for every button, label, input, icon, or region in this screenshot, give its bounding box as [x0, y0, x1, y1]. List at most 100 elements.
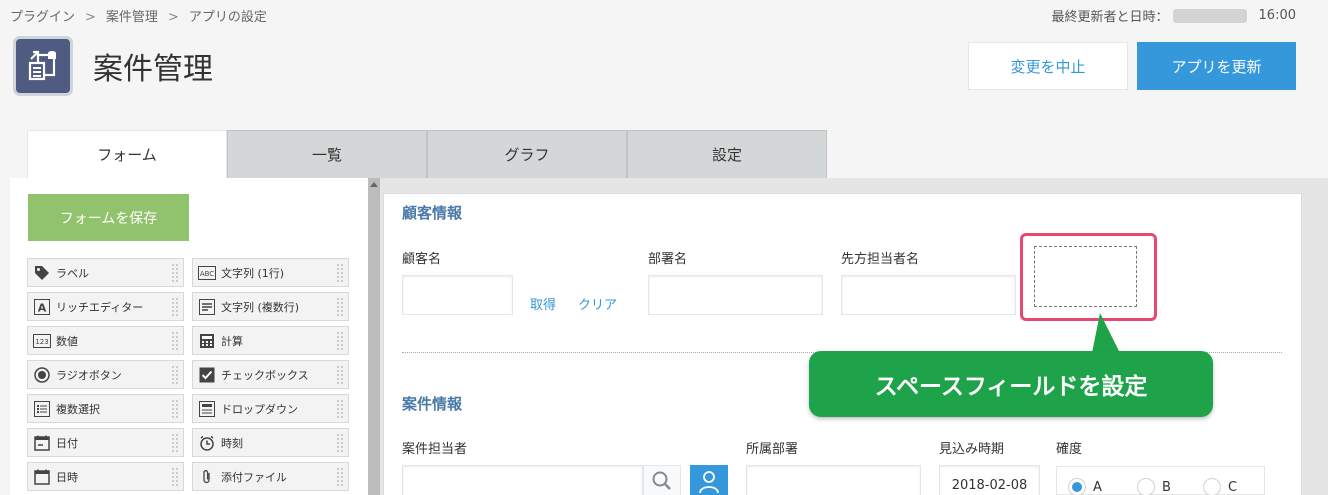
drag-handle-icon[interactable] — [336, 467, 344, 487]
radio-label: A — [1093, 479, 1102, 495]
save-form-button[interactable]: フォームを保存 — [28, 194, 189, 241]
certainty-radio-b[interactable]: B — [1137, 478, 1171, 495]
certainty-radio-c[interactable]: C — [1203, 478, 1237, 495]
palette-item-text: ドロップダウン — [221, 402, 298, 416]
app-title: 案件管理 — [93, 52, 213, 87]
multi-select-icon — [33, 400, 51, 418]
palette-item-multi-select[interactable]: 複数選択 — [27, 394, 184, 423]
palette-item-date[interactable]: 日付 — [27, 428, 184, 457]
drag-handle-icon[interactable] — [336, 263, 344, 283]
palette-item-checkbox[interactable]: チェックボックス — [192, 360, 349, 389]
clear-link[interactable]: クリア — [578, 294, 617, 313]
palette-item-radio-button[interactable]: ラジオボタン — [27, 360, 184, 389]
palette-scrollbar[interactable] — [368, 178, 380, 495]
section-title-deal: 案件情報 — [402, 395, 463, 413]
callout-pointer — [1092, 313, 1120, 353]
drag-handle-icon[interactable] — [336, 297, 344, 317]
palette-item-text: 文字列 (複数行) — [221, 300, 300, 314]
drag-handle-icon[interactable] — [171, 365, 179, 385]
palette-item-text: チェックボックス — [221, 368, 309, 382]
dropdown-icon — [198, 400, 216, 418]
form-layout-area — [383, 193, 1302, 495]
palette-item-text: ラジオボタン — [56, 368, 122, 382]
radio-unselected-icon — [1137, 478, 1155, 495]
scroll-up-arrow-icon[interactable] — [370, 182, 378, 187]
tab-settings[interactable]: 設定 — [627, 130, 827, 178]
palette-item-text: ラベル — [56, 266, 89, 280]
paperclip-icon — [198, 468, 216, 486]
palette-item-text: リッチエディター — [56, 300, 144, 314]
palette-item-time[interactable]: 時刻 — [192, 428, 349, 457]
owner-department-label: 所属部署 — [746, 442, 799, 457]
contact-person-label: 先方担当者名 — [841, 252, 920, 267]
calculator-icon — [198, 332, 216, 350]
certainty-label: 確度 — [1056, 442, 1083, 457]
drag-handle-icon[interactable] — [336, 365, 344, 385]
palette-item-number[interactable]: 123 数値 — [27, 326, 184, 355]
drag-handle-icon[interactable] — [171, 467, 179, 487]
radio-label: C — [1228, 479, 1238, 495]
palette-item-dropdown[interactable]: ドロップダウン — [192, 394, 349, 423]
update-app-button[interactable]: アプリを更新 — [1137, 42, 1296, 90]
palette-item-datetime[interactable]: 日時 — [27, 462, 184, 491]
radio-label: B — [1162, 479, 1171, 495]
customer-name-field[interactable] — [402, 275, 513, 315]
drag-handle-icon[interactable] — [171, 399, 179, 419]
palette-item-text: 日時 — [56, 470, 78, 484]
palette-item-calculation[interactable]: 計算 — [192, 326, 349, 355]
owner-department-field[interactable] — [746, 465, 921, 495]
last-updated-info: 最終更新者と日時： 16:00 — [1052, 6, 1296, 25]
palette-item-label[interactable]: ラベル — [27, 258, 184, 287]
palette-item-rich-editor[interactable]: A リッチエディター — [27, 292, 184, 321]
radio-icon — [33, 366, 51, 384]
settings-tabs: フォーム 一覧 グラフ 設定 — [27, 130, 827, 178]
customer-name-label: 顧客名 — [402, 252, 442, 267]
palette-item-multi-line-text[interactable]: 文字列 (複数行) — [192, 292, 349, 321]
space-field-highlight — [1020, 233, 1157, 321]
radio-selected-icon — [1068, 478, 1086, 495]
breadcrumb-item-app[interactable]: 案件管理 — [106, 10, 158, 25]
last-updated-label: 最終更新者と日時： — [1051, 10, 1169, 25]
palette-item-text: 添付ファイル — [221, 470, 287, 484]
cancel-changes-button[interactable]: 変更を中止 — [968, 42, 1128, 90]
breadcrumb-separator: > — [85, 10, 96, 25]
tab-form[interactable]: フォーム — [27, 130, 227, 178]
palette-item-text: 日付 — [56, 436, 78, 450]
breadcrumb: プラグイン > 案件管理 > アプリの設定 — [10, 6, 267, 25]
multiline-icon — [198, 298, 216, 316]
user-select-icon[interactable] — [690, 465, 728, 495]
search-icon[interactable] — [643, 465, 681, 495]
palette-item-text: 文字列 (1行) — [221, 266, 285, 280]
contact-person-field[interactable] — [841, 275, 1016, 315]
calendar-icon — [33, 434, 51, 452]
drag-handle-icon[interactable] — [171, 263, 179, 283]
tab-list[interactable]: 一覧 — [227, 130, 427, 178]
drag-handle-icon[interactable] — [336, 399, 344, 419]
radio-unselected-icon — [1203, 478, 1221, 495]
abc-icon: ABC — [198, 264, 216, 282]
drag-handle-icon[interactable] — [171, 297, 179, 317]
palette-item-attachment[interactable]: 添付ファイル — [192, 462, 349, 491]
blurred-user-name — [1172, 8, 1247, 23]
palette-item-text: 数値 — [56, 334, 78, 348]
drag-handle-icon[interactable] — [171, 331, 179, 351]
department-field[interactable] — [648, 275, 823, 315]
drag-handle-icon[interactable] — [171, 433, 179, 453]
drag-handle-icon[interactable] — [336, 433, 344, 453]
expected-date-field[interactable]: 2018-02-08 — [939, 465, 1040, 495]
svg-text:A: A — [38, 301, 47, 314]
certainty-radio-a[interactable]: A — [1068, 478, 1102, 495]
palette-item-text: 計算 — [221, 334, 243, 348]
department-label: 部署名 — [648, 252, 688, 267]
breadcrumb-item-plugin[interactable]: プラグイン — [10, 10, 75, 25]
get-link[interactable]: 取得 — [530, 294, 556, 313]
owner-field[interactable] — [402, 465, 643, 495]
expected-date-label: 見込み時期 — [939, 442, 1005, 457]
palette-item-single-line-text[interactable]: ABC 文字列 (1行) — [192, 258, 349, 287]
svg-text:ABC: ABC — [200, 270, 214, 278]
tag-icon — [33, 264, 51, 282]
breadcrumb-item-settings: アプリの設定 — [188, 10, 267, 25]
rich-text-icon: A — [33, 298, 51, 316]
tab-graph[interactable]: グラフ — [427, 130, 627, 178]
drag-handle-icon[interactable] — [336, 331, 344, 351]
